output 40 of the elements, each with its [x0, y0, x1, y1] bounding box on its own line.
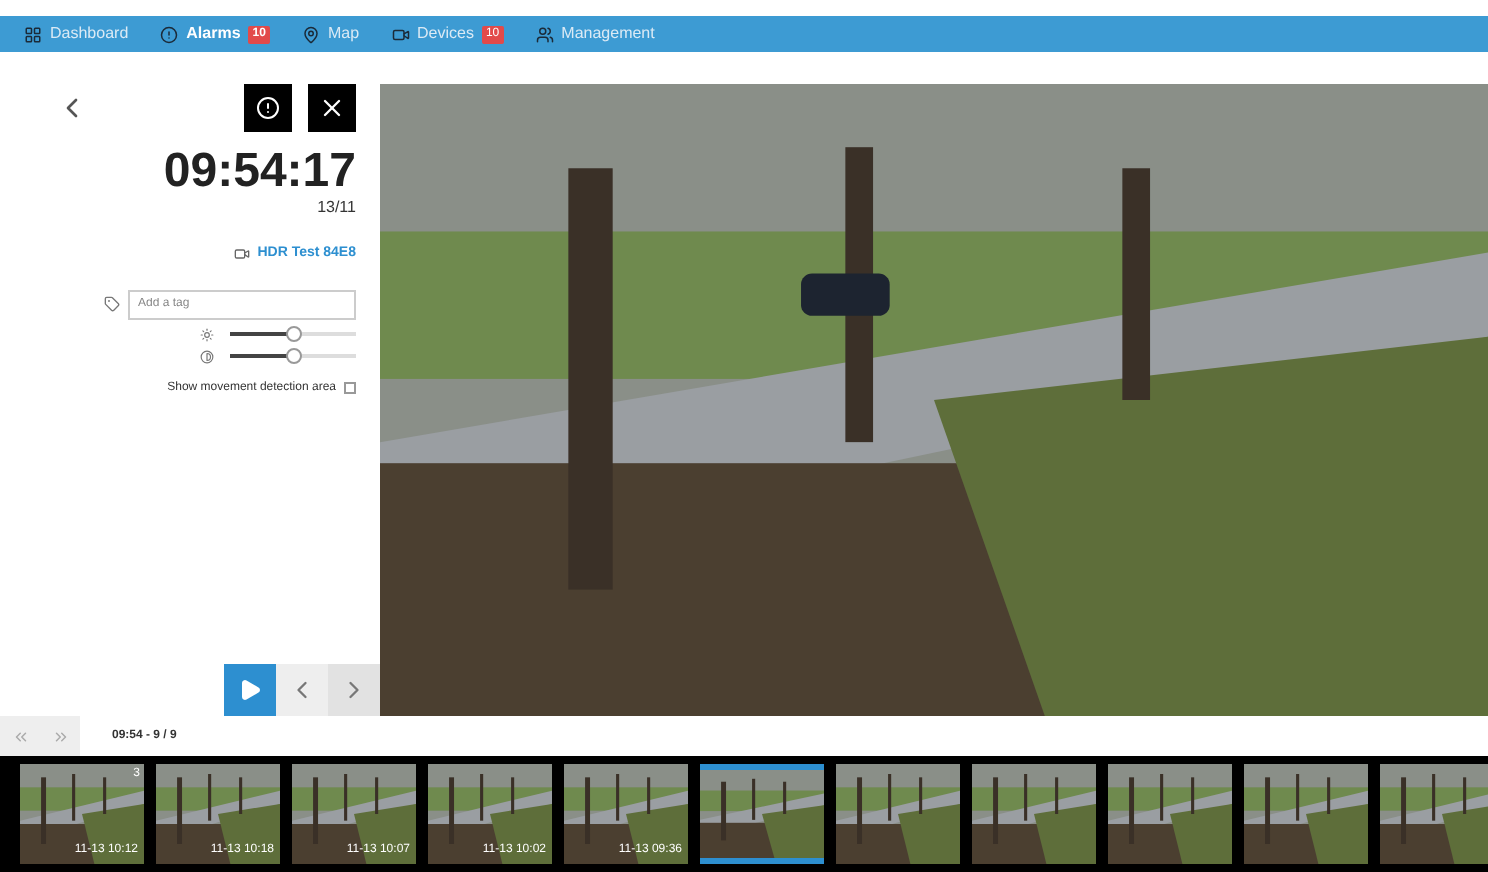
street-scene-drawing [428, 764, 552, 864]
exclamation-icon [256, 96, 280, 120]
thumbnail[interactable] [700, 764, 824, 864]
thumbnail[interactable] [1108, 764, 1232, 864]
nav-icon [391, 25, 410, 43]
street-scene-drawing [1108, 764, 1232, 864]
nav-item[interactable]: Dashboard [24, 22, 129, 46]
rewind-icon [11, 727, 29, 745]
contrast-icon [200, 349, 214, 363]
street-scene-drawing [1380, 764, 1488, 864]
thumbnail[interactable] [836, 764, 960, 864]
clock-date: 13/11 [317, 196, 358, 220]
alert-button[interactable] [244, 84, 292, 132]
street-scene-drawing [292, 764, 416, 864]
nav-icon [160, 25, 179, 43]
close-button[interactable] [308, 84, 356, 132]
brightness-icon [200, 327, 214, 341]
street-scene-drawing [20, 764, 144, 864]
nav-icon [535, 25, 554, 43]
street-scene-drawing [564, 764, 688, 864]
play-button[interactable] [224, 664, 276, 716]
nav-icon [301, 25, 320, 43]
forward-icon [51, 727, 69, 745]
close-icon [318, 94, 346, 122]
street-scene-drawing [1244, 764, 1368, 864]
nav-item[interactable]: Management [535, 22, 655, 46]
thumbnail[interactable] [972, 764, 1096, 864]
street-scene-drawing [700, 770, 824, 858]
clock-time: 09:54:17 [163, 148, 358, 196]
play-icon [238, 678, 262, 702]
movement-checkbox[interactable] [344, 382, 356, 394]
street-scene-drawing [972, 764, 1096, 864]
street-scene-drawing [156, 764, 280, 864]
nav-item[interactable]: Map [301, 22, 360, 46]
thumbnail[interactable] [1244, 764, 1368, 864]
street-scene-drawing [836, 764, 960, 864]
nav-icon [24, 25, 42, 43]
camera-icon [233, 246, 250, 263]
thumbnail[interactable] [1380, 764, 1488, 864]
tag-icon [104, 296, 120, 312]
